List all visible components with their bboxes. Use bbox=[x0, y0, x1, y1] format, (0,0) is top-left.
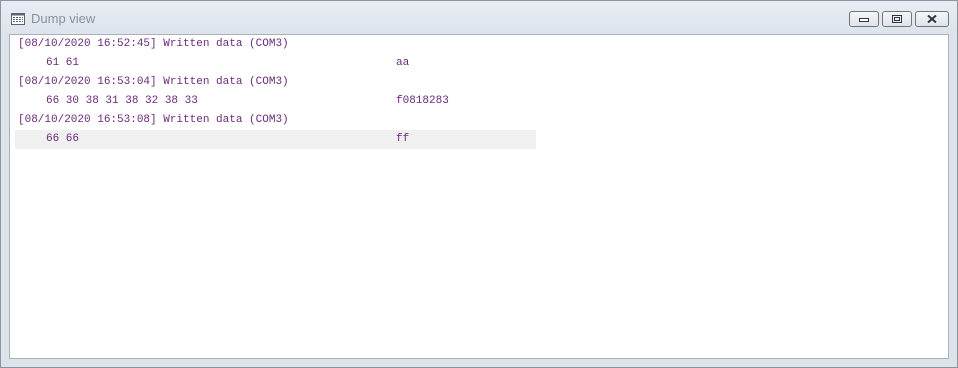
log-header-row[interactable]: [08/10/2020 16:53:08] Written data (COM3… bbox=[15, 111, 945, 130]
hex-bytes: 61 61 bbox=[46, 57, 80, 69]
log-header-text: [08/10/2020 16:53:08] Written data (COM3… bbox=[18, 114, 289, 126]
dump-view-window: Dump view [08/10/2020 16:52:45] Written … bbox=[0, 0, 958, 368]
dump-view-icon bbox=[11, 12, 25, 25]
dump-log: [08/10/2020 16:52:45] Written data (COM3… bbox=[15, 35, 945, 149]
minimize-button[interactable] bbox=[849, 11, 879, 27]
hex-bytes: 66 30 38 31 38 32 38 33 bbox=[46, 95, 198, 107]
close-button[interactable] bbox=[915, 11, 949, 27]
ascii-text: ff bbox=[396, 133, 410, 145]
log-header-text: [08/10/2020 16:53:04] Written data (COM3… bbox=[18, 76, 289, 88]
log-data-row[interactable]: 61 61 aa bbox=[15, 54, 945, 73]
log-data-row[interactable]: 66 30 38 31 38 32 38 33 f0818283 bbox=[15, 92, 945, 111]
log-header-text: [08/10/2020 16:52:45] Written data (COM3… bbox=[18, 38, 289, 50]
log-header-row[interactable]: [08/10/2020 16:53:04] Written data (COM3… bbox=[15, 73, 945, 92]
restore-button[interactable] bbox=[882, 11, 912, 27]
hex-bytes: 66 66 bbox=[46, 133, 80, 145]
window-title: Dump view bbox=[31, 11, 96, 26]
ascii-text: f0818283 bbox=[396, 95, 449, 107]
dump-log-panel[interactable]: [08/10/2020 16:52:45] Written data (COM3… bbox=[9, 34, 949, 359]
ascii-text: aa bbox=[396, 57, 410, 69]
log-header-row[interactable]: [08/10/2020 16:52:45] Written data (COM3… bbox=[15, 35, 945, 54]
title-bar[interactable]: Dump view bbox=[1, 1, 957, 35]
log-data-row-selected[interactable]: 66 66 ff bbox=[15, 130, 536, 149]
